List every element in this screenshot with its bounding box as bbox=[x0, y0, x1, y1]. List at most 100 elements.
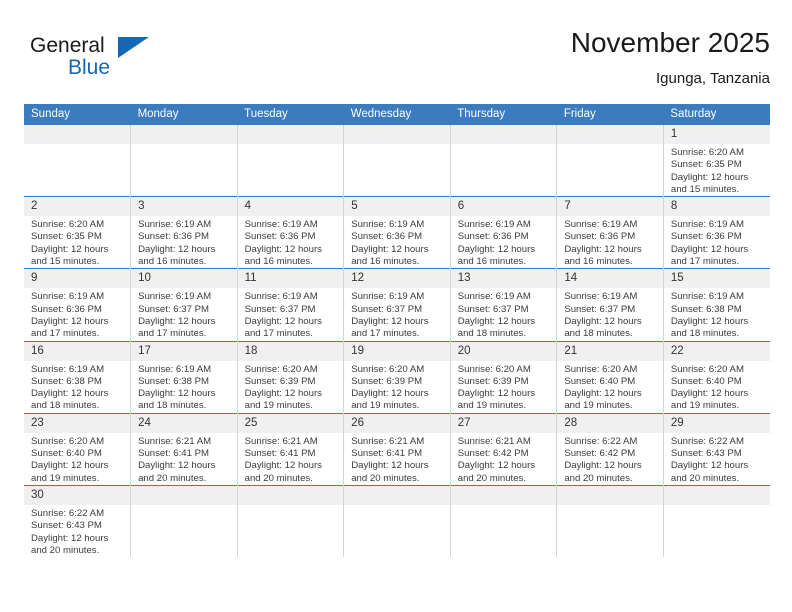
calendar-day-cell[interactable]: 26 Sunrise: 6:21 AM Sunset: 6:41 PM Dayligh… bbox=[343, 412, 451, 486]
calendar-day-cell-empty bbox=[662, 484, 770, 558]
calendar-day-cell[interactable]: 4 Sunrise: 6:19 AM Sunset: 6:36 PM Daylight… bbox=[236, 196, 344, 269]
sunrise-text: Sunrise: 6:19 AM bbox=[351, 219, 425, 231]
daylight-text: Daylight: 12 hours bbox=[138, 243, 216, 255]
daylight-text: Daylight: 12 hours bbox=[351, 388, 429, 400]
calendar-day-cell[interactable]: 30 Sunrise: 6:22 AM Sunset: 6:43 PM Dayligh… bbox=[24, 484, 131, 558]
calendar-day-cell[interactable]: 21 Sunrise: 6:20 AM Sunset: 6:40 PM Dayligh… bbox=[556, 340, 664, 414]
day-number: 22 bbox=[664, 342, 770, 361]
calendar-day-cell[interactable]: 11 Sunrise: 6:19 AM Sunset: 6:37 PM Dayligh… bbox=[236, 268, 344, 342]
daylight-text-cont: and 20 minutes. bbox=[457, 472, 527, 484]
daylight-text: Daylight: 12 hours bbox=[351, 460, 429, 472]
calendar-day-cell[interactable]: 19 Sunrise: 6:20 AM Sunset: 6:39 PM Dayligh… bbox=[343, 340, 451, 414]
calendar-day-cell[interactable]: 14 Sunrise: 6:19 AM Sunset: 6:37 PM Dayligh… bbox=[556, 268, 664, 342]
calendar-day-cell[interactable]: 22 Sunrise: 6:20 AM Sunset: 6:40 PM Dayligh… bbox=[662, 340, 770, 414]
daylight-text: Daylight: 12 hours bbox=[31, 532, 109, 544]
sunset-text: Sunset: 6:36 PM bbox=[670, 231, 742, 243]
daylight-text: Daylight: 12 hours bbox=[244, 315, 322, 327]
day-number bbox=[238, 486, 344, 505]
calendar-day-cell[interactable]: 17 Sunrise: 6:19 AM Sunset: 6:38 PM Dayligh… bbox=[130, 340, 238, 414]
daylight-text: Daylight: 12 hours bbox=[564, 460, 642, 472]
calendar-grid: Sunday Monday Tuesday Wednesday Thursday Frid… bbox=[24, 104, 770, 558]
daylight-text-cont: and 19 minutes. bbox=[564, 400, 633, 412]
calendar-day-cell[interactable]: 12 Sunrise: 6:19 AM Sunset: 6:37 PM Dayligh… bbox=[343, 268, 451, 342]
sunrise-text: Sunrise: 6:20 AM bbox=[351, 363, 425, 375]
calendar-day-cell[interactable]: 18 Sunrise: 6:20 AM Sunset: 6:39 PM Dayligh… bbox=[236, 340, 344, 414]
sunset-text: Sunset: 6:36 PM bbox=[351, 231, 423, 243]
daylight-text-cont: and 17 minutes. bbox=[138, 328, 207, 340]
daylight-text-cont: and 19 minutes. bbox=[670, 400, 740, 412]
day-number bbox=[557, 486, 663, 505]
daylight-text-cont: and 16 minutes. bbox=[138, 256, 207, 268]
calendar-day-cell-empty bbox=[130, 484, 238, 558]
daylight-text-cont: and 20 minutes. bbox=[351, 472, 420, 484]
day-number bbox=[664, 486, 770, 505]
day-number: 27 bbox=[451, 414, 557, 433]
daylight-text-cont: and 17 minutes. bbox=[31, 328, 100, 340]
daylight-text-cont: and 20 minutes. bbox=[564, 472, 633, 484]
daylight-text-cont: and 20 minutes. bbox=[31, 544, 100, 556]
day-number: 23 bbox=[24, 414, 131, 433]
calendar-day-cell[interactable]: 5 Sunrise: 6:19 AM Sunset: 6:36 PM Daylight… bbox=[343, 196, 451, 269]
day-details: Sunrise: 6:19 AM Sunset: 6:37 PM Daylight:… bbox=[345, 288, 450, 340]
sunrise-text: Sunrise: 6:19 AM bbox=[138, 291, 212, 303]
day-number: 11 bbox=[238, 269, 344, 289]
calendar-day-cell-empty bbox=[556, 125, 664, 197]
calendar-day-cell[interactable]: 20 Sunrise: 6:20 AM Sunset: 6:39 PM Dayligh… bbox=[449, 340, 557, 414]
daylight-text-cont: and 16 minutes. bbox=[351, 256, 420, 268]
daylight-text: Daylight: 12 hours bbox=[351, 243, 429, 255]
day-details: Sunrise: 6:19 AM Sunset: 6:36 PM Daylight:… bbox=[558, 216, 663, 268]
calendar-day-cell[interactable]: 23 Sunrise: 6:20 AM Sunset: 6:40 PM Dayligh… bbox=[24, 412, 131, 486]
page-header: General Blue November 2025 Igunga, Tanza… bbox=[24, 26, 770, 100]
day-details: Sunrise: 6:19 AM Sunset: 6:36 PM Daylight:… bbox=[451, 216, 556, 268]
day-number bbox=[131, 486, 237, 505]
logo-text-blue: Blue bbox=[68, 56, 111, 79]
generalblue-logo[interactable]: General Blue bbox=[30, 34, 210, 92]
calendar-page: General Blue November 2025 Igunga, Tanza… bbox=[0, 0, 792, 612]
calendar-day-cell[interactable]: 24 Sunrise: 6:21 AM Sunset: 6:41 PM Dayligh… bbox=[130, 412, 238, 486]
daylight-text-cont: and 19 minutes. bbox=[457, 400, 527, 412]
sunrise-text: Sunrise: 6:22 AM bbox=[670, 435, 744, 447]
calendar-day-cell[interactable]: 3 Sunrise: 6:19 AM Sunset: 6:36 PM Daylight… bbox=[130, 196, 238, 269]
day-number: 2 bbox=[24, 197, 131, 217]
calendar-day-cell[interactable]: 2 Sunrise: 6:20 AM Sunset: 6:35 PM Daylight… bbox=[24, 196, 131, 269]
calendar-day-cell-empty bbox=[130, 125, 238, 197]
calendar-body: 1 Sunrise: 6:20 AM Sunset: 6:35 PM Daylight… bbox=[24, 125, 770, 558]
calendar-day-cell[interactable]: 9 Sunrise: 6:19 AM Sunset: 6:36 PM Daylight… bbox=[24, 268, 131, 342]
day-details: Sunrise: 6:21 AM Sunset: 6:41 PM Daylight:… bbox=[132, 433, 237, 485]
calendar-day-cell[interactable]: 16 Sunrise: 6:19 AM Sunset: 6:38 PM Dayligh… bbox=[24, 340, 131, 414]
day-number bbox=[451, 125, 557, 144]
calendar-week-row: 30 Sunrise: 6:22 AM Sunset: 6:43 PM Dayligh… bbox=[24, 484, 770, 558]
calendar-day-cell[interactable]: 7 Sunrise: 6:19 AM Sunset: 6:36 PM Daylight… bbox=[556, 196, 664, 269]
day-details: Sunrise: 6:19 AM Sunset: 6:36 PM Daylight:… bbox=[24, 288, 130, 340]
calendar-day-cell[interactable]: 25 Sunrise: 6:21 AM Sunset: 6:41 PM Dayligh… bbox=[236, 412, 344, 486]
calendar-day-cell[interactable]: 28 Sunrise: 6:22 AM Sunset: 6:42 PM Dayligh… bbox=[556, 412, 664, 486]
sunset-text: Sunset: 6:38 PM bbox=[138, 375, 209, 387]
day-number: 26 bbox=[344, 414, 450, 433]
calendar-day-cell[interactable]: 29 Sunrise: 6:22 AM Sunset: 6:43 PM Dayligh… bbox=[662, 412, 770, 486]
daylight-text-cont: and 17 minutes. bbox=[244, 328, 313, 340]
calendar-day-cell[interactable]: 6 Sunrise: 6:19 AM Sunset: 6:36 PM Daylight… bbox=[449, 196, 557, 269]
weekday-header-thursday: Thursday bbox=[450, 104, 557, 125]
sunset-text: Sunset: 6:41 PM bbox=[351, 448, 423, 460]
calendar-day-cell[interactable]: 10 Sunrise: 6:19 AM Sunset: 6:37 PM Dayligh… bbox=[130, 268, 238, 342]
calendar-day-cell[interactable]: 15 Sunrise: 6:19 AM Sunset: 6:38 PM Dayligh… bbox=[662, 268, 770, 342]
sunset-text: Sunset: 6:40 PM bbox=[564, 375, 636, 387]
daylight-text: Daylight: 12 hours bbox=[244, 388, 322, 400]
sunset-text: Sunset: 6:40 PM bbox=[670, 375, 742, 387]
sunset-text: Sunset: 6:39 PM bbox=[244, 375, 316, 387]
calendar-day-cell[interactable]: 27 Sunrise: 6:21 AM Sunset: 6:42 PM Dayligh… bbox=[449, 412, 557, 486]
calendar-day-cell[interactable]: 1 Sunrise: 6:20 AM Sunset: 6:35 PM Daylight… bbox=[662, 125, 770, 197]
calendar-day-cell-empty bbox=[24, 125, 131, 197]
sunset-text: Sunset: 6:39 PM bbox=[351, 375, 423, 387]
daylight-text-cont: and 18 minutes. bbox=[670, 328, 740, 340]
calendar-day-cell[interactable]: 13 Sunrise: 6:19 AM Sunset: 6:37 PM Dayligh… bbox=[449, 268, 557, 342]
daylight-text-cont: and 16 minutes. bbox=[564, 256, 633, 268]
day-details: Sunrise: 6:19 AM Sunset: 6:36 PM Daylight:… bbox=[664, 216, 770, 268]
daylight-text: Daylight: 12 hours bbox=[351, 315, 429, 327]
calendar-day-cell[interactable]: 8 Sunrise: 6:19 AM Sunset: 6:36 PM Daylight… bbox=[662, 196, 770, 269]
day-details: Sunrise: 6:21 AM Sunset: 6:41 PM Daylight:… bbox=[238, 433, 343, 485]
day-details: Sunrise: 6:19 AM Sunset: 6:37 PM Daylight:… bbox=[238, 288, 343, 340]
weekday-header-tuesday: Tuesday bbox=[237, 104, 344, 125]
sunset-text: Sunset: 6:37 PM bbox=[351, 303, 423, 315]
daylight-text-cont: and 19 minutes. bbox=[31, 472, 100, 484]
